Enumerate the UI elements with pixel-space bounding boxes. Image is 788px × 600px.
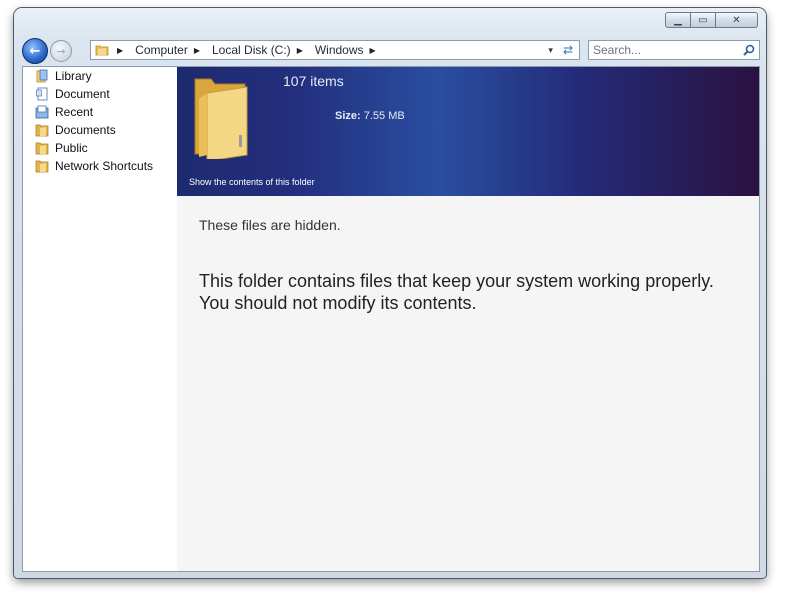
sidebar-item-label: Documents [55,123,116,137]
search-icon[interactable] [743,44,755,56]
hidden-files-note: These files are hidden. [199,217,341,233]
back-arrow-icon: ← [29,43,41,59]
close-icon: ✕ [732,14,741,26]
items-count: 107 items [283,73,344,89]
window-controls: ▁ ▭ ✕ [665,12,758,28]
navigation-bar: ← → ▶ Computer ▶ Local Disk (C:) ▶ Windows… [20,38,760,64]
sidebar-item-label: Network Shortcuts [55,159,154,173]
breadcrumb-windows[interactable]: Windows ▶ [315,43,382,57]
sidebar-item-label: Document [55,87,110,101]
minimize-icon: ▁ [674,14,682,26]
recent-icon [35,105,49,119]
folder-icon [35,124,49,137]
maximize-icon: ▭ [698,14,708,26]
sidebar-item-documents[interactable]: Documents [23,121,177,139]
size-value: 7.55 MB [363,110,405,122]
navigation-pane: Library Document Recent Documents Public… [23,67,177,571]
breadcrumb-computer[interactable]: Computer ▶ [135,43,206,57]
folder-icon [35,142,49,155]
system-folder-warning: This folder contains files that keep you… [199,271,714,313]
sidebar-item-label: Recent [55,105,94,119]
sidebar-item-document[interactable]: Document [23,85,177,103]
sidebar-item-label: Public [55,141,88,155]
search-input[interactable] [589,42,735,58]
explorer-window: ▁ ▭ ✕ ← → ▶ Computer ▶ Local Disk (C:) ▶ W… [14,8,766,578]
content-area: Library Document Recent Documents Public… [22,66,760,572]
library-icon [36,69,48,83]
document-icon [36,87,48,101]
forward-arrow-icon: → [56,44,66,58]
forward-button[interactable]: → [50,40,72,62]
history-dropdown-button[interactable]: ▾ [548,45,553,56]
sidebar-item-label: Library [55,69,92,83]
sidebar-item-library[interactable]: Library [23,67,177,85]
sidebar-item-public[interactable]: Public [23,139,177,157]
folder-info-header: 107 items Size: 7.55 MB Show the content… [177,67,759,196]
refresh-button[interactable]: ⇄ [563,43,573,57]
large-folder-icon [194,78,248,159]
close-button[interactable]: ✕ [716,12,758,28]
back-button[interactable]: ← [22,38,48,64]
sidebar-item-recent[interactable]: Recent [23,103,177,121]
folder-icon [35,160,49,173]
breadcrumb-sep-root[interactable]: ▶ [115,46,129,55]
search-box[interactable] [588,40,760,60]
address-bar[interactable]: ▶ Computer ▶ Local Disk (C:) ▶ Windows ▶ ▾ … [90,40,580,60]
show-contents-link[interactable]: Show the contents of this folder [189,177,315,187]
maximize-button[interactable]: ▭ [691,12,716,28]
folder-icon [95,45,109,56]
sidebar-item-network-shortcuts[interactable]: Network Shortcuts [23,157,177,175]
address-actions: ▾ ⇄ [548,43,573,57]
minimize-button[interactable]: ▁ [665,12,691,28]
folder-size: Size: 7.55 MB [335,110,405,122]
size-label: Size: [335,110,361,122]
breadcrumb-local-disk[interactable]: Local Disk (C:) ▶ [212,43,309,57]
